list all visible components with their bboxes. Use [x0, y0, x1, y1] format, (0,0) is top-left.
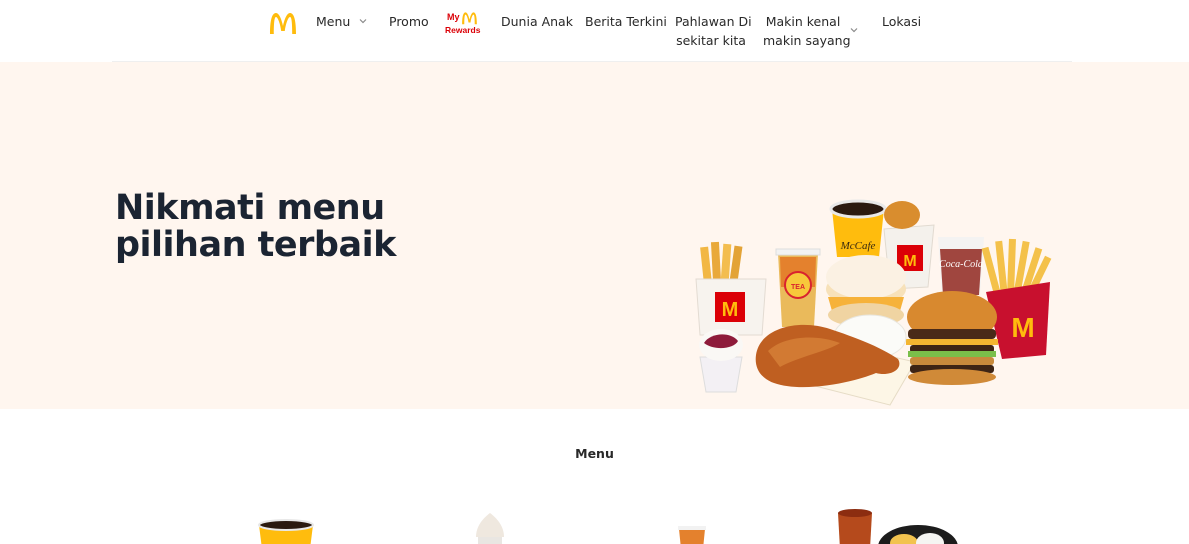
nav-makin-kenal-line1: Makin kenal [765, 14, 841, 29]
nav-makin-kenal[interactable]: Makin kenal makin sayang [763, 12, 851, 50]
nav-pahlawan-line1: Pahlawan Di [675, 14, 752, 29]
menu-section-title: Menu [575, 446, 614, 461]
svg-text:M: M [722, 299, 739, 321]
menu-category-dessert[interactable] [470, 509, 510, 544]
rewards-my-text: My [447, 12, 460, 22]
nav-pahlawan-line2: sekitar kita [676, 33, 746, 48]
rewards-arches-logo [462, 12, 477, 25]
rewards-text: Rewards [445, 25, 481, 35]
hero-title: Nikmati menu pilihan terbaik [115, 190, 455, 264]
hero-banner: Nikmati menu pilihan terbaik M TEA McCaf… [0, 62, 1189, 409]
menu-category-beverage[interactable] [676, 525, 708, 544]
nav-pahlawan[interactable]: Pahlawan Di sekitar kita [675, 12, 752, 50]
menu-category-breakfast[interactable] [834, 507, 958, 544]
chevron-down-icon[interactable] [358, 16, 368, 26]
nav-berita-terkini[interactable]: Berita Terkini [585, 12, 667, 31]
nav-menu[interactable]: Menu [316, 12, 350, 31]
golden-arches-logo[interactable] [268, 11, 298, 35]
svg-text:M: M [903, 253, 916, 270]
hero-title-line1: Nikmati menu [115, 188, 385, 228]
hero-title-line2: pilihan terbaik [115, 225, 396, 265]
chevron-down-icon[interactable] [849, 25, 859, 35]
nav-promo[interactable]: Promo [389, 12, 429, 31]
top-navigation: Menu Promo My Rewards Dunia Anak Berita … [0, 0, 1189, 62]
nav-makin-kenal-line2: makin sayang [763, 33, 851, 48]
myrewards-link[interactable]: My Rewards [444, 11, 484, 37]
svg-text:Coca-Cola: Coca-Cola [939, 259, 983, 270]
nav-lokasi[interactable]: Lokasi [882, 12, 921, 31]
svg-text:M: M [1011, 312, 1034, 343]
food-collage-image: M TEA McCafe M Coca-Cola M [695, 199, 1052, 406]
menu-category-mccafe[interactable] [255, 519, 317, 544]
menu-category-list [0, 505, 1189, 544]
svg-text:TEA: TEA [791, 284, 805, 291]
svg-text:McCafe: McCafe [840, 240, 876, 252]
nav-dunia-anak[interactable]: Dunia Anak [501, 12, 573, 31]
